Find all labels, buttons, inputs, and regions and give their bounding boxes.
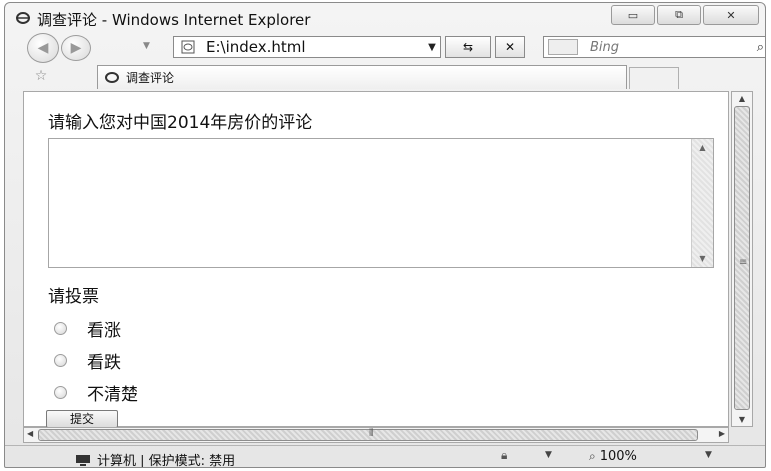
- security-dropdown-icon[interactable]: ▼: [545, 450, 552, 460]
- search-input[interactable]: Bing: [590, 40, 757, 55]
- window-title: 调查评论 - Windows Internet Explorer: [37, 11, 311, 29]
- page-icon: [181, 40, 195, 54]
- forward-arrow-icon: ▶: [70, 40, 82, 56]
- scroll-down-icon[interactable]: ▼: [692, 254, 713, 263]
- refresh-icon: ⇆: [462, 40, 474, 54]
- browser-window: 调查评论 - Windows Internet Explorer ▭ ⧉ ✕ ◀…: [4, 2, 766, 468]
- zone-text: 计算机 | 保护模式: 禁用: [97, 454, 236, 468]
- textarea-scrollbar[interactable]: ▲ ▼: [691, 139, 713, 267]
- back-arrow-icon: ◀: [37, 40, 49, 56]
- forward-button[interactable]: ▶: [61, 35, 91, 61]
- address-input[interactable]: E:\index.html: [206, 38, 424, 56]
- vote-label: 请投票: [48, 287, 99, 307]
- vote-option-fall[interactable]: 看跌: [54, 348, 121, 373]
- tab-bar: ☆ 调查评论: [5, 65, 765, 89]
- comment-textarea[interactable]: ▲ ▼: [48, 138, 714, 268]
- ie-logo-icon: [16, 12, 30, 24]
- tab-title: 调查评论: [126, 71, 175, 85]
- page-vertical-scrollbar[interactable]: ▲ ≡ ▼: [731, 91, 753, 427]
- recent-pages-dropdown[interactable]: ▼: [143, 41, 150, 51]
- radio-button[interactable]: [54, 386, 67, 399]
- submit-button[interactable]: 提交: [46, 410, 118, 428]
- zoom-control[interactable]: ⌕ 100%: [589, 449, 637, 464]
- scroll-right-icon[interactable]: ▶: [719, 429, 725, 438]
- zoom-icon: ⌕: [589, 449, 596, 463]
- close-button[interactable]: ✕: [703, 5, 759, 25]
- stop-icon: ✕: [504, 40, 516, 54]
- new-tab-button[interactable]: [629, 67, 679, 89]
- search-engine-icon[interactable]: [548, 39, 578, 55]
- radio-button[interactable]: [54, 322, 67, 335]
- grip-icon: ⦀: [369, 428, 374, 439]
- page-icon: [105, 72, 119, 83]
- scrollbar-thumb[interactable]: ≡: [734, 106, 750, 410]
- comment-prompt: 请输入您对中国2014年房价的评论: [48, 113, 313, 133]
- minimize-button[interactable]: ▭: [611, 5, 655, 25]
- stop-button[interactable]: ✕: [495, 36, 525, 58]
- address-bar[interactable]: E:\index.html ▼: [173, 36, 441, 58]
- maximize-button[interactable]: ⧉: [657, 5, 701, 25]
- search-icon[interactable]: ⌕: [757, 40, 764, 55]
- option-label[interactable]: 看跌: [87, 348, 121, 373]
- page-content: 请输入您对中国2014年房价的评论 ▲ ▼ 请投票 看涨 看跌 不清楚 提交: [23, 91, 729, 428]
- title-bar: 调查评论 - Windows Internet Explorer ▭ ⧉ ✕: [5, 3, 765, 31]
- status-bar: 计算机 | 保护模式: 禁用 🔒︎ ▼ ⌕ 100% ▼: [5, 445, 765, 467]
- zoom-dropdown-icon[interactable]: ▼: [705, 450, 712, 460]
- address-dropdown-icon[interactable]: ▼: [424, 42, 440, 53]
- window-controls: ▭ ⧉ ✕: [609, 5, 759, 25]
- close-icon: ✕: [726, 8, 736, 22]
- search-box[interactable]: Bing ⌕: [543, 36, 765, 58]
- security-icon[interactable]: 🔒︎: [501, 448, 507, 463]
- vote-option-rise[interactable]: 看涨: [54, 316, 121, 341]
- scroll-up-icon[interactable]: ▲: [692, 143, 713, 152]
- vote-option-unsure[interactable]: 不清楚: [54, 380, 138, 405]
- grip-icon: ≡: [739, 257, 748, 268]
- tab-active[interactable]: 调查评论: [97, 65, 627, 89]
- scroll-left-icon[interactable]: ◀: [27, 429, 33, 438]
- restore-icon: ⧉: [675, 8, 683, 21]
- security-zone[interactable]: 计算机 | 保护模式: 禁用: [75, 450, 236, 468]
- navigation-bar: ◀ ▶ ▼ E:\index.html ▼ ⇆ ✕ Bing ⌕: [5, 31, 765, 63]
- refresh-button[interactable]: ⇆: [445, 36, 491, 58]
- scroll-down-icon[interactable]: ▼: [732, 415, 752, 424]
- radio-button[interactable]: [54, 354, 67, 367]
- option-label[interactable]: 不清楚: [87, 380, 138, 405]
- option-label[interactable]: 看涨: [87, 316, 121, 341]
- computer-icon: [76, 454, 90, 466]
- page-horizontal-scrollbar[interactable]: ◀ ⦀ ▶: [23, 427, 729, 443]
- back-button[interactable]: ◀: [27, 33, 59, 63]
- favorites-star-icon[interactable]: ☆: [21, 68, 61, 86]
- scroll-up-icon[interactable]: ▲: [732, 94, 752, 103]
- zoom-level: 100%: [599, 449, 637, 464]
- minimize-icon: ▭: [627, 8, 639, 22]
- scrollbar-thumb[interactable]: ⦀: [38, 428, 698, 441]
